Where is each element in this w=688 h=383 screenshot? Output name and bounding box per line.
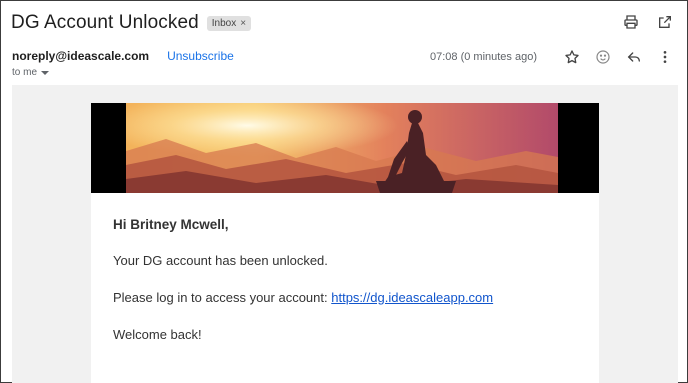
sender-row: noreply@ideascale.com Unsubscribe <box>12 49 234 63</box>
email-view: DG Account Unlocked Inbox × noreply@idea… <box>0 0 688 383</box>
unlock-message: Your DG account has been unlocked. <box>113 253 328 268</box>
chevron-down-icon[interactable] <box>41 70 50 75</box>
print-icon[interactable] <box>621 12 641 32</box>
recipient-label: to me <box>12 67 38 78</box>
emoji-reaction-icon[interactable] <box>593 47 613 67</box>
remove-label-icon[interactable]: × <box>240 18 246 29</box>
reply-icon[interactable] <box>624 47 644 67</box>
label-text: Inbox <box>211 17 237 29</box>
open-in-new-window-icon[interactable] <box>655 12 675 32</box>
recipient-details[interactable]: to me <box>12 67 50 78</box>
message-actions: 07:08 (0 minutes ago) <box>430 47 675 67</box>
subject-row: DG Account Unlocked Inbox × <box>11 10 252 36</box>
email-subject: DG Account Unlocked <box>11 12 199 33</box>
more-vertical-icon[interactable] <box>655 47 675 67</box>
login-instruction: Please log in to access your account: ht… <box>113 290 493 305</box>
inbox-label-chip[interactable]: Inbox × <box>206 15 252 31</box>
login-instruction-text: Please log in to access your account: <box>113 290 332 305</box>
email-card: Hi Britney Mcwell, Your DG account has b… <box>91 103 599 383</box>
welcome-text: Welcome back! <box>113 327 202 342</box>
header-banner-image <box>91 103 599 193</box>
greeting-text: Hi Britney Mcwell, <box>113 217 229 232</box>
unsubscribe-link[interactable]: Unsubscribe <box>167 49 234 63</box>
message-timestamp: 07:08 (0 minutes ago) <box>429 51 537 63</box>
sender-address[interactable]: noreply@ideascale.com <box>12 49 149 63</box>
star-icon[interactable] <box>562 47 582 67</box>
login-link[interactable]: https://dg.ideascaleapp.com <box>331 290 493 305</box>
thread-actions <box>621 12 675 32</box>
